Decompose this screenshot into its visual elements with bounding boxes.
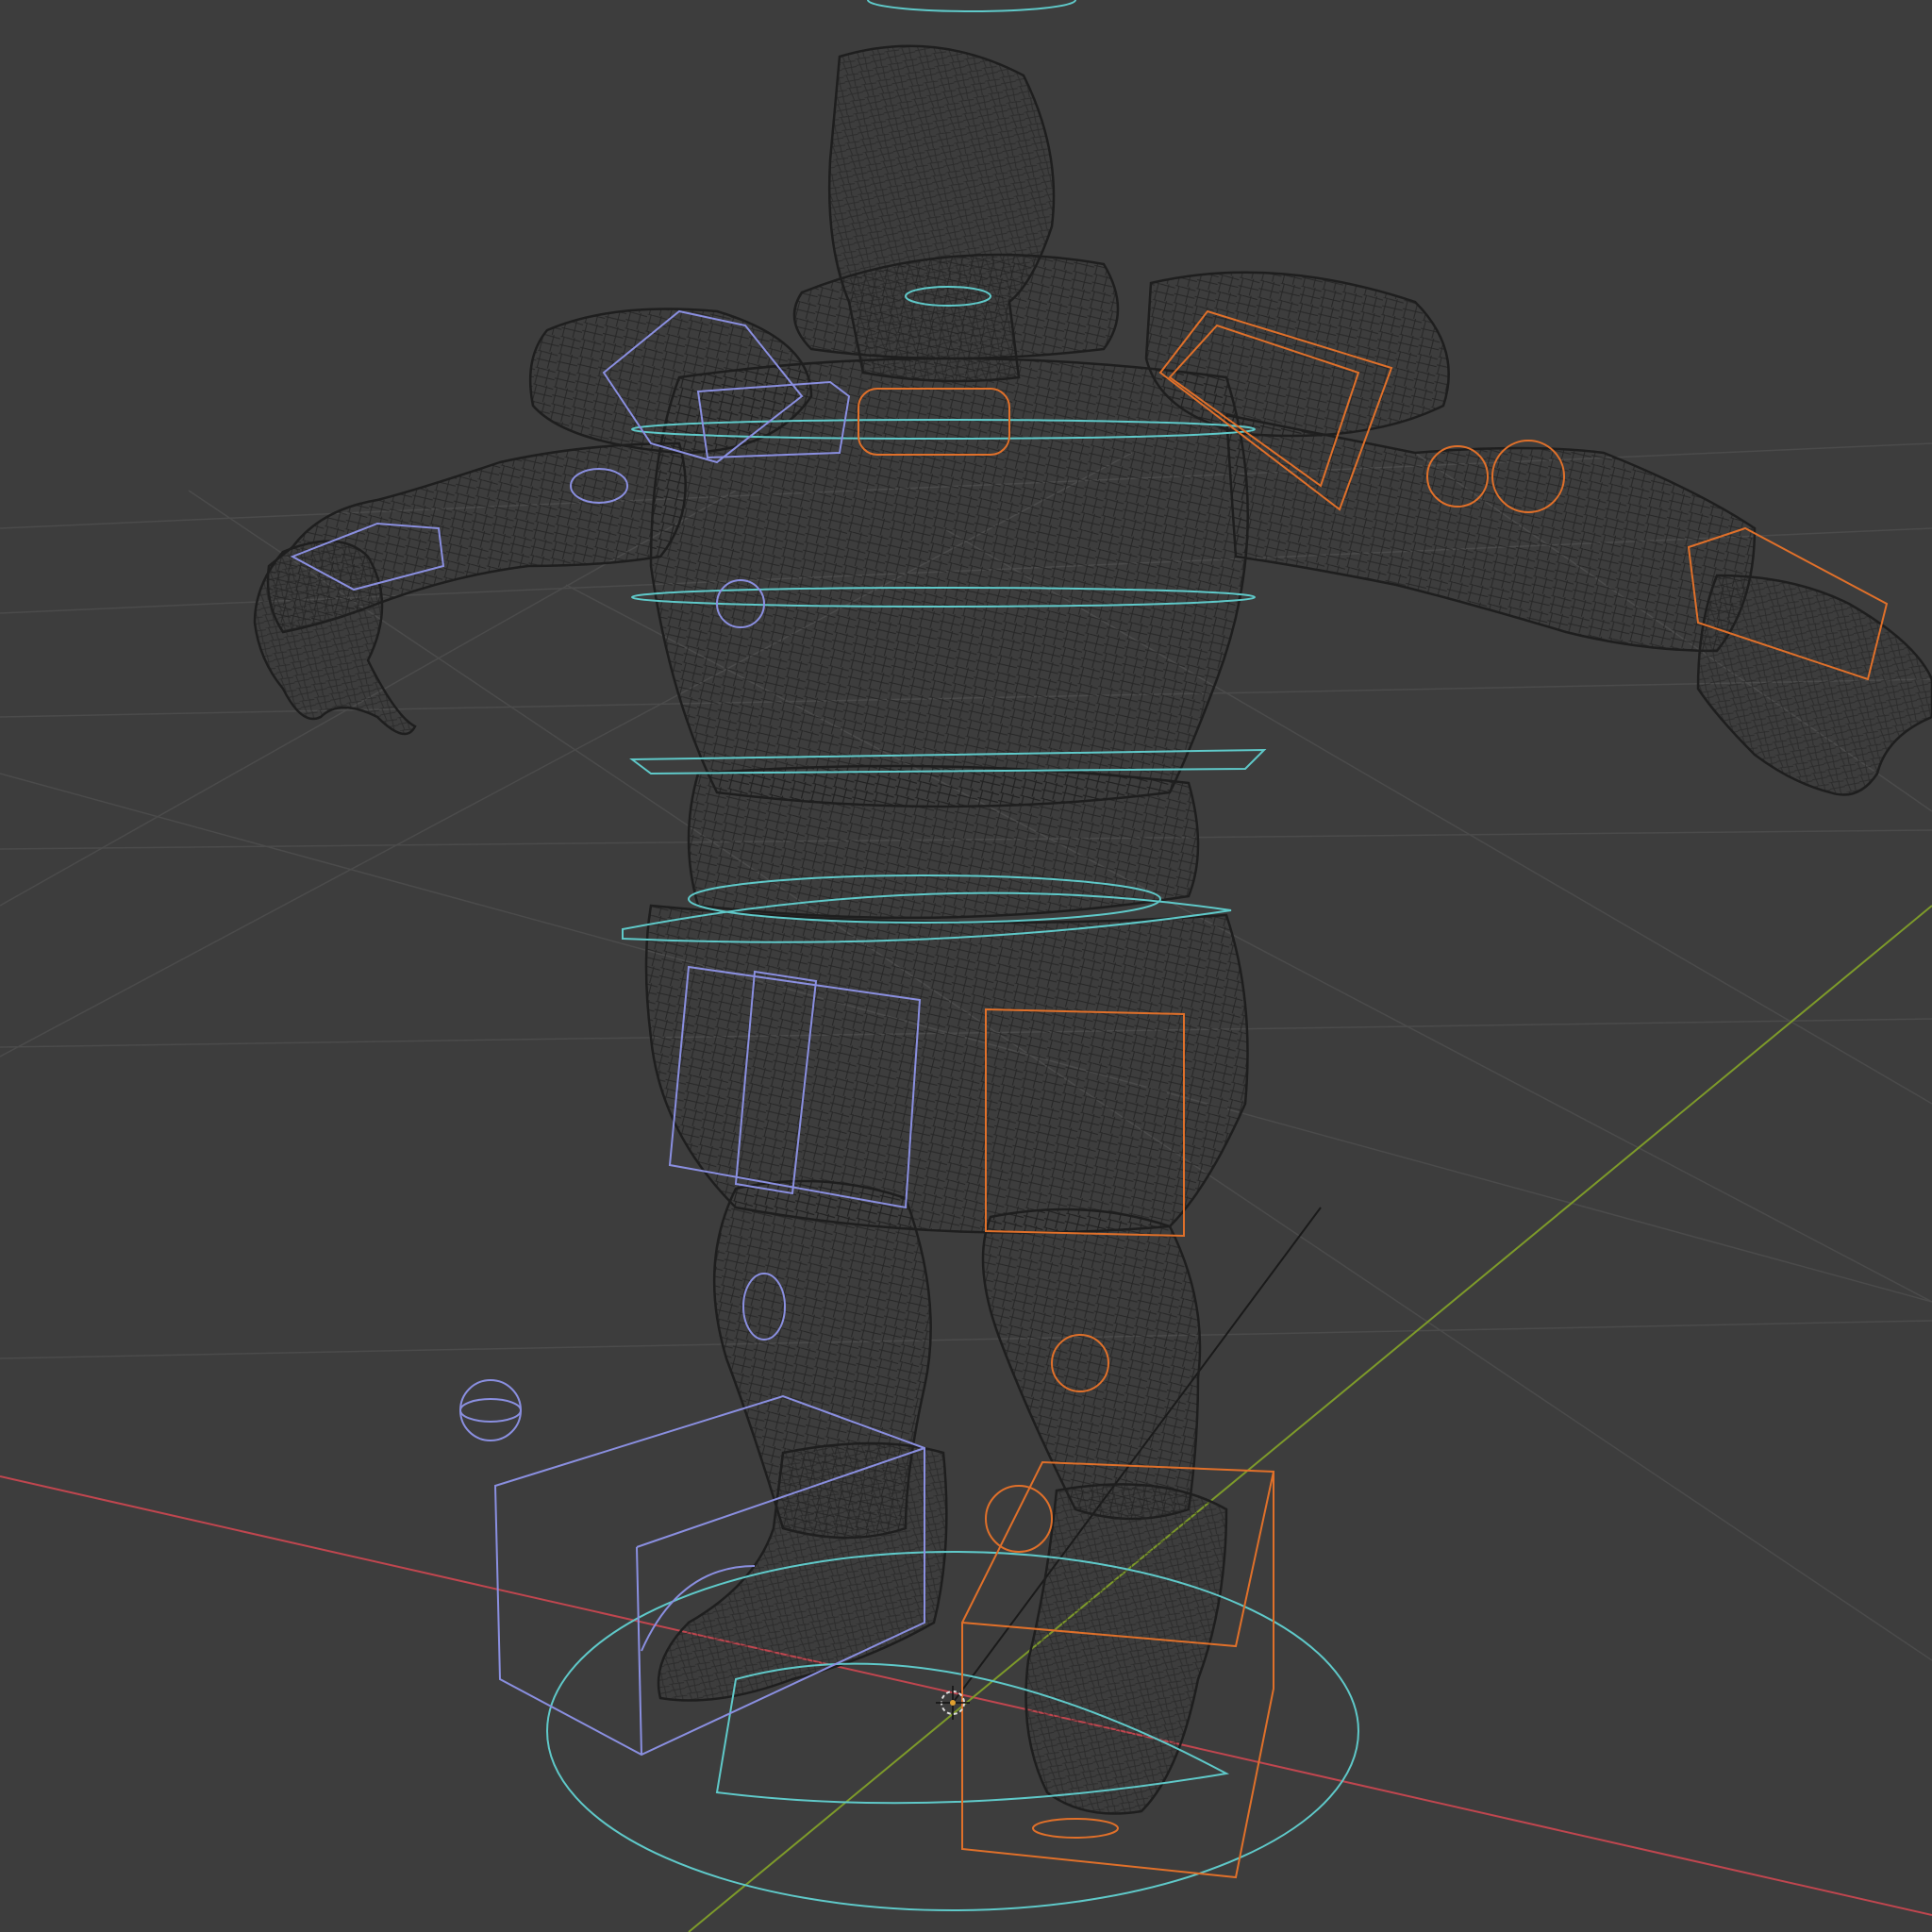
mesh-right-arm[interactable] bbox=[1224, 413, 1757, 653]
right-knee-pole-control[interactable] bbox=[985, 1485, 1053, 1553]
mesh-right-leg[interactable] bbox=[981, 1208, 1202, 1521]
character-mesh[interactable] bbox=[253, 44, 1932, 1815]
left-knee-pole-control[interactable] bbox=[459, 1379, 522, 1441]
mesh-left-boot[interactable] bbox=[657, 1441, 948, 1702]
right-heel-control[interactable] bbox=[1032, 1818, 1119, 1839]
left-knee-pole-ring[interactable] bbox=[459, 1398, 522, 1423]
3d-viewport[interactable] bbox=[0, 0, 1932, 1932]
mesh-right-hand[interactable] bbox=[1696, 574, 1932, 796]
mesh-belt[interactable] bbox=[687, 764, 1200, 920]
viewport-canvas[interactable] bbox=[0, 0, 1932, 1932]
left-foot-edge-b[interactable] bbox=[636, 1546, 642, 1756]
mesh-torso[interactable] bbox=[649, 357, 1249, 808]
head-control[interactable] bbox=[867, 0, 1076, 12]
mesh-right-boot[interactable] bbox=[1024, 1483, 1228, 1815]
